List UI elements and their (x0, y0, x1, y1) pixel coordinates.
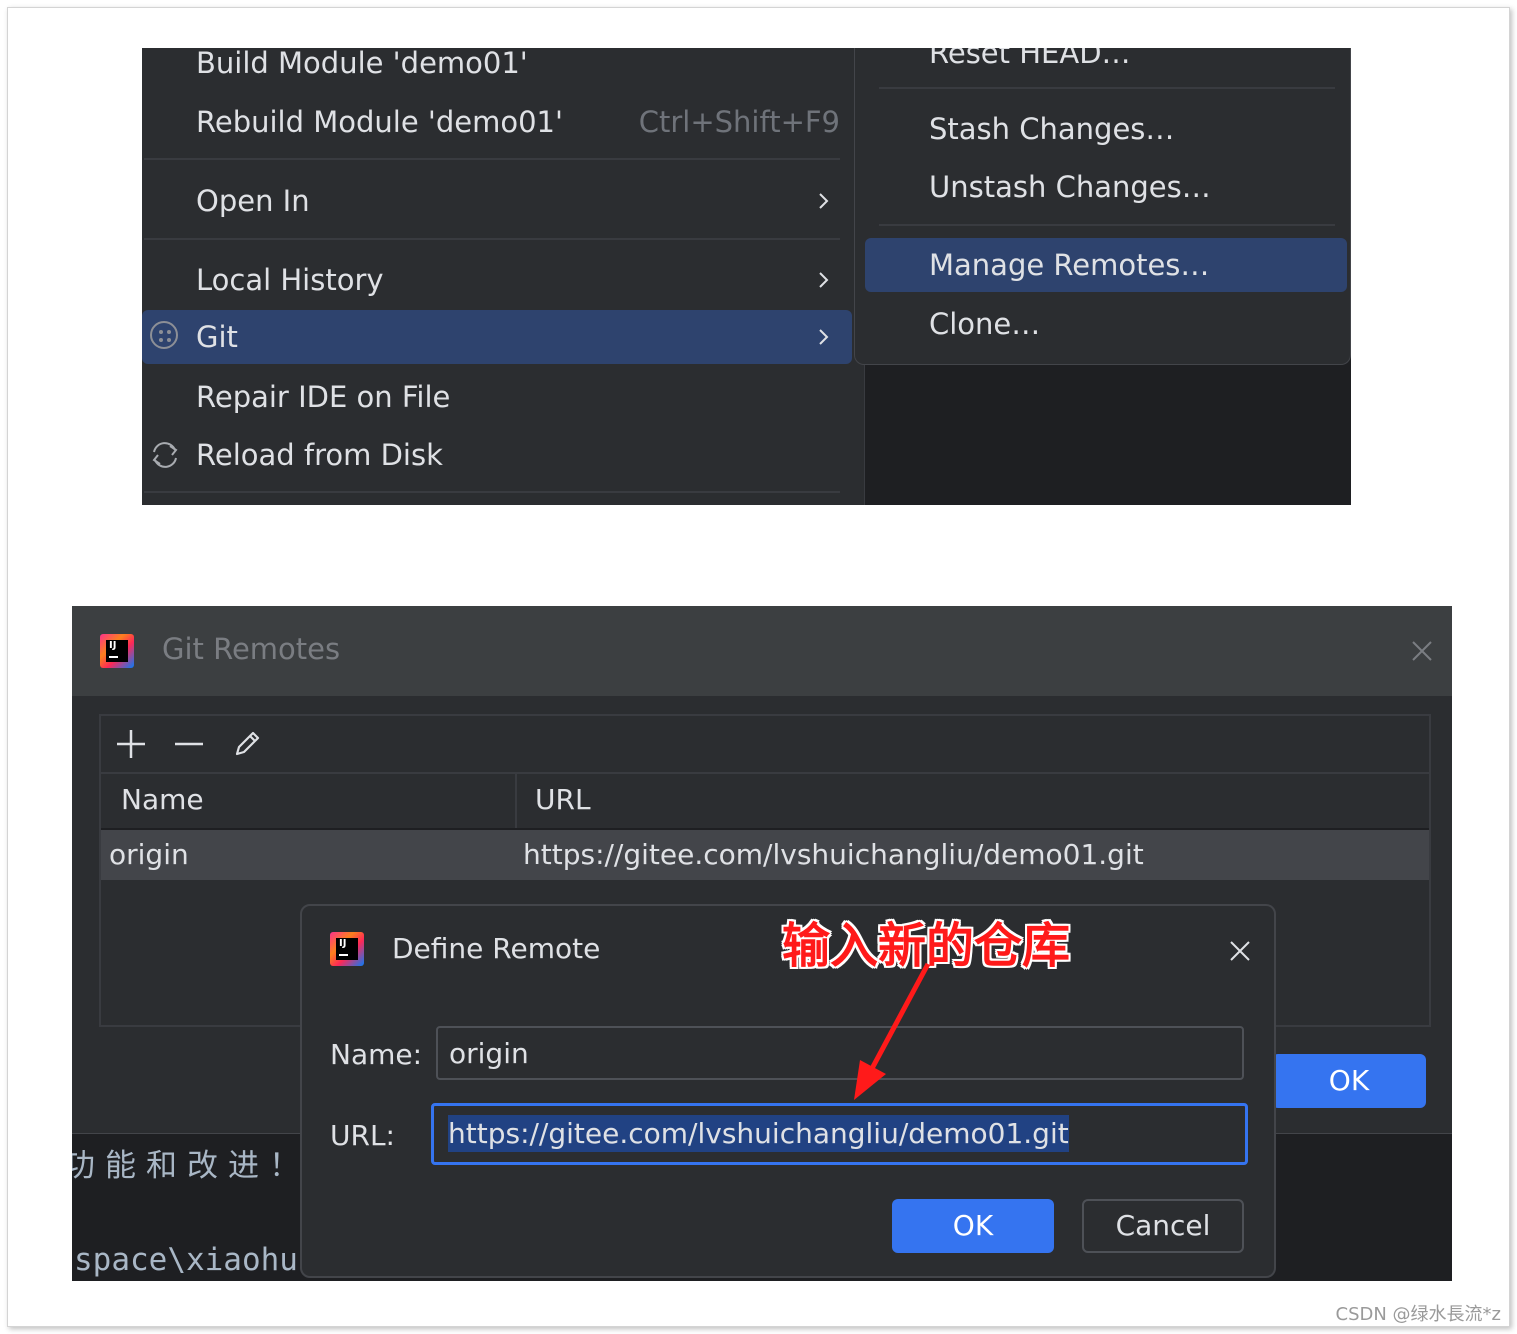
name-label: Name: (330, 1038, 423, 1071)
remote-url-cell: https://gitee.com/lvshuichangliu/demo01.… (523, 838, 1144, 871)
menu-separator (144, 491, 840, 493)
chevron-right-icon (819, 329, 829, 345)
menu-item-git[interactable]: Git (142, 310, 852, 364)
chevron-right-icon (819, 272, 829, 288)
menu-separator (879, 87, 1335, 89)
menu-item-manage-remotes[interactable]: Manage Remotes… (865, 238, 1347, 292)
menu-item-unstash-changes[interactable]: Unstash Changes… (865, 160, 1347, 214)
watermark: CSDN @绿水長流*z (1335, 1304, 1502, 1325)
add-icon[interactable] (113, 726, 149, 762)
terminal-path: space\xiaohu (74, 1242, 298, 1278)
table-header: Name URL (101, 772, 1429, 830)
remove-icon[interactable] (171, 726, 207, 762)
close-icon[interactable] (1411, 640, 1433, 662)
menu-separator (144, 238, 840, 240)
annotation-arrow-icon (854, 962, 931, 1100)
git-submenu: Reset HEAD… Stash Changes… Unstash Chang… (854, 48, 1351, 365)
menu-item-stash-changes[interactable]: Stash Changes… (865, 102, 1347, 156)
menu-item-label: Unstash Changes… (929, 170, 1211, 204)
menu-item-local-history[interactable]: Local History (142, 253, 852, 307)
git-remotes-screenshot: IJ Git Remotes Name URL origin https://g… (72, 606, 1452, 1281)
menu-item-reload-from-disk[interactable]: Reload from Disk (142, 428, 852, 482)
terminal-text: 功能和改进！ (72, 1148, 310, 1184)
menu-item-rebuild-module[interactable]: Rebuild Module 'demo01' Ctrl+Shift+F9 (142, 95, 852, 149)
column-header-url[interactable]: URL (535, 772, 591, 828)
menu-item-open-in[interactable]: Open In (142, 174, 852, 228)
menu-separator (879, 224, 1335, 226)
git-icon (150, 321, 178, 349)
menu-item-label: Build Module 'demo01' (196, 48, 528, 80)
table-row[interactable]: origin https://gitee.com/lvshuichangliu/… (101, 830, 1429, 880)
menu-item-label: Repair IDE on File (196, 380, 451, 414)
menu-item-label: Reload from Disk (196, 438, 443, 472)
edit-icon[interactable] (229, 726, 265, 762)
remote-name-cell: origin (109, 838, 189, 871)
chevron-right-icon (819, 193, 829, 209)
url-selected-text: https://gitee.com/lvshuichangliu/demo01.… (448, 1115, 1069, 1152)
intellij-logo: IJ (100, 634, 134, 668)
intellij-logo: IJ (330, 932, 364, 966)
ok-button[interactable]: OK (892, 1199, 1054, 1253)
menu-separator (144, 158, 840, 160)
url-input[interactable]: https://gitee.com/lvshuichangliu/demo01.… (431, 1103, 1248, 1165)
column-divider[interactable] (515, 772, 517, 828)
menu-item-label: Manage Remotes… (929, 248, 1210, 282)
menu-shortcut: Ctrl+Shift+F9 (638, 105, 840, 139)
menu-item-label: Stash Changes… (929, 112, 1175, 146)
menu-item-build-module[interactable]: Build Module 'demo01' (142, 48, 852, 90)
menu-item-label: Rebuild Module 'demo01' (196, 105, 563, 139)
menu-item-repair-ide[interactable]: Repair IDE on File (142, 370, 852, 424)
git-remotes-ok-button[interactable]: OK (1272, 1054, 1426, 1108)
menu-item-clone[interactable]: Clone… (865, 297, 1347, 351)
reload-icon (152, 442, 178, 468)
menu-item-label: Git (196, 320, 238, 354)
menu-item-label: Open In (196, 184, 310, 218)
table-toolbar (101, 716, 1429, 774)
context-menu-screenshot: Build Module 'demo01' Rebuild Module 'de… (142, 48, 1351, 505)
context-menu: Build Module 'demo01' Rebuild Module 'de… (142, 48, 865, 505)
close-icon[interactable] (1229, 940, 1251, 962)
dialog-title: Define Remote (392, 932, 601, 965)
column-header-name[interactable]: Name (121, 772, 204, 828)
menu-item-label: Local History (196, 263, 384, 297)
menu-item-label: Clone… (929, 307, 1041, 341)
url-label: URL: (330, 1119, 395, 1152)
cancel-button[interactable]: Cancel (1082, 1199, 1244, 1253)
menu-item-reset-head[interactable]: Reset HEAD… (865, 48, 1347, 80)
dialog-title-bar: IJ Git Remotes (72, 606, 1452, 696)
menu-item-label: Reset HEAD… (929, 48, 1131, 70)
dialog-title: Git Remotes (162, 632, 341, 666)
